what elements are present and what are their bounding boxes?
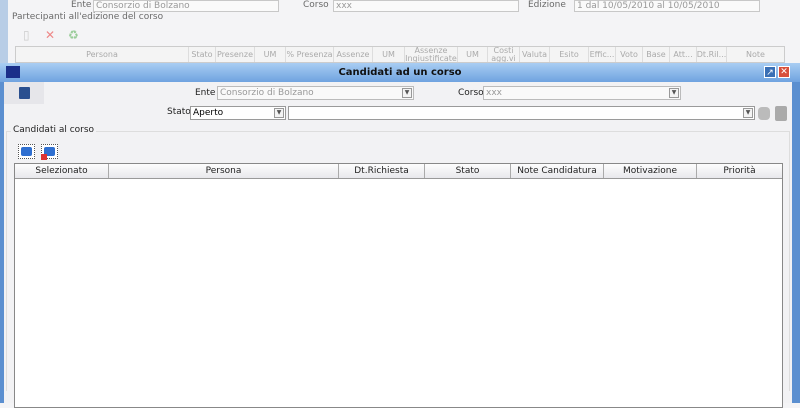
filter-select[interactable]: ▼	[288, 106, 755, 120]
title-bar[interactable]: Candidati ad un corso ↗ ✕	[0, 63, 800, 82]
app-logo-icon	[6, 66, 20, 78]
bg-col: Valuta	[520, 47, 550, 62]
bg-col: UM	[255, 47, 286, 62]
delete-icon: ✕	[45, 28, 56, 42]
bg-corso-label: Corso	[303, 0, 329, 10]
bg-col: Note	[746, 49, 765, 59]
chevron-down-icon: ▼	[402, 88, 412, 98]
bg-col: Voto	[616, 47, 643, 62]
bg-window-border	[0, 0, 8, 63]
candidati-table: Selezionato Persona Dt.Richiesta Stato N…	[14, 163, 783, 408]
bg-col: Dt.Ril...	[697, 47, 727, 62]
bg-col: Att...	[670, 47, 697, 62]
col-motivazione[interactable]: Motivazione	[604, 164, 697, 178]
dialog-title: Candidati ad un corso	[338, 67, 462, 78]
bg-col: UM	[373, 47, 405, 62]
ente-select[interactable]: Consorzio di Bolzano ▼	[217, 86, 414, 100]
corso-label: Corso	[458, 88, 484, 98]
bg-col: Stato	[189, 47, 216, 62]
deselect-candidate-button[interactable]	[41, 144, 58, 160]
stato-label: Stato	[167, 107, 191, 117]
toolbar	[4, 82, 44, 104]
table-header: Selezionato Persona Dt.Richiesta Stato N…	[15, 164, 782, 179]
bg-edizione-label: Edizione	[528, 0, 566, 10]
stato-select[interactable]: Aperto ▼	[190, 106, 286, 120]
group-label: Candidati al corso	[11, 125, 97, 135]
bg-edizione-field: 1 dal 10/05/2010 al 10/05/2010	[574, 0, 760, 12]
select-icon	[21, 147, 32, 156]
bg-col: Esito	[550, 47, 589, 62]
col-persona[interactable]: Persona	[109, 164, 339, 178]
bg-col: UM	[458, 47, 488, 62]
bg-col: Assenze	[334, 47, 373, 62]
close-button[interactable]: ✕	[778, 66, 790, 78]
corso-select[interactable]: xxx ▼	[483, 86, 681, 100]
bg-col: Costi agg.vi	[488, 47, 520, 62]
search-person-icon[interactable]	[758, 107, 770, 120]
remove-badge	[41, 154, 47, 160]
save-icon[interactable]	[19, 87, 30, 99]
dialog-body: Ente Consorzio di Bolzano ▼ Corso xxx ▼ St…	[4, 82, 792, 408]
bg-corso-field: xxx	[333, 0, 519, 12]
bg-col: % Presenza	[286, 47, 334, 62]
bg-group-label: Partecipanti all'edizione del corso	[12, 12, 164, 22]
ente-value: Consorzio di Bolzano	[220, 88, 314, 98]
bg-table-header: Persona Stato Presenze UM % Presenza Ass…	[15, 46, 785, 63]
chevron-down-icon: ▼	[274, 108, 284, 118]
select-candidate-button[interactable]	[18, 144, 35, 159]
col-dt-richiesta[interactable]: Dt.Richiesta	[339, 164, 425, 178]
stato-value: Aperto	[193, 108, 224, 118]
bg-col: Effic...	[589, 47, 616, 62]
corso-value: xxx	[486, 88, 502, 98]
col-selezionato[interactable]: Selezionato	[15, 164, 109, 178]
chevron-down-icon: ▼	[743, 108, 753, 118]
deselect-icon	[41, 147, 55, 160]
ente-label: Ente	[195, 88, 216, 98]
export-icon: ♻	[68, 28, 79, 42]
col-note-candidatura[interactable]: Note Candidatura	[511, 164, 604, 178]
bg-ente-label: Ente	[71, 0, 92, 10]
clear-icon[interactable]	[775, 106, 787, 121]
candidati-dialog: Candidati ad un corso ↗ ✕ Ente Consorzio…	[0, 63, 800, 408]
bg-col: Persona	[16, 47, 189, 62]
bg-col: Base	[643, 47, 670, 62]
bg-col: Assenze Ingiustificate	[405, 47, 458, 62]
col-stato[interactable]: Stato	[425, 164, 511, 178]
bg-col: Presenze	[216, 47, 255, 62]
new-icon: ▯	[23, 28, 30, 42]
restore-button[interactable]: ↗	[764, 66, 776, 78]
bg-ente-field: Consorzio di Bolzano	[93, 0, 279, 12]
col-priorita[interactable]: Priorità	[697, 164, 782, 178]
chevron-down-icon: ▼	[669, 88, 679, 98]
